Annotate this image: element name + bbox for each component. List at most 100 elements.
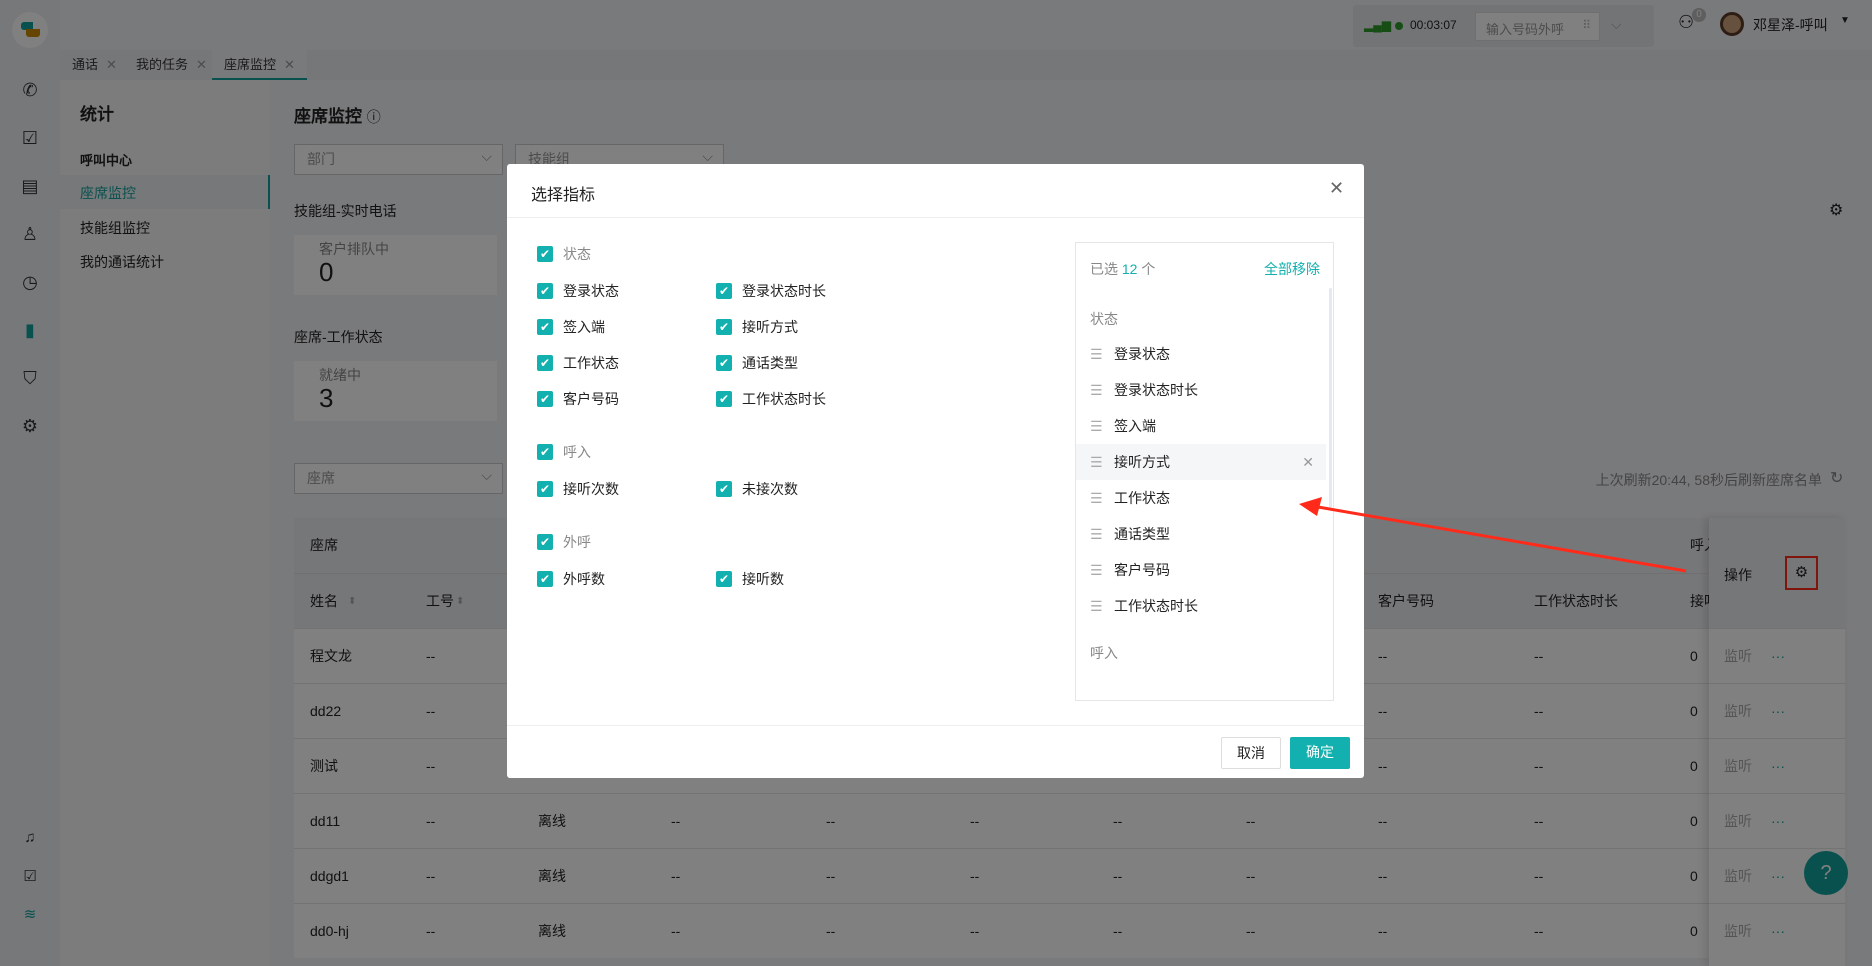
column-header[interactable]: 姓名 xyxy=(310,574,338,629)
group-label: 状态 xyxy=(563,246,591,262)
selected-item[interactable]: ☰ 签入端 xyxy=(1076,408,1326,444)
sidebar-item-agent-monitor[interactable]: 座席监控 xyxy=(60,175,270,209)
info-icon[interactable]: ⓘ xyxy=(367,109,381,125)
selected-item[interactable]: ☰ 登录状态时长 xyxy=(1076,372,1326,408)
shield-search-icon[interactable]: ⛉ xyxy=(18,366,42,390)
scrollbar[interactable] xyxy=(1329,288,1332,508)
remove-all-button[interactable]: 全部移除 xyxy=(1264,259,1320,279)
selected-item[interactable]: ☰ 通话类型 xyxy=(1076,516,1326,552)
more-icon[interactable]: ··· xyxy=(1771,794,1785,849)
group-checkbox[interactable]: ✔ xyxy=(537,246,553,262)
drag-handle-icon[interactable]: ☰ xyxy=(1090,444,1103,480)
chevron-down-icon[interactable]: ⌵ xyxy=(1611,16,1622,33)
drag-handle-icon[interactable]: ☰ xyxy=(1090,372,1103,408)
table-cell: -- xyxy=(426,703,436,719)
agent-select[interactable]: 座席 xyxy=(294,461,503,494)
more-icon[interactable]: ··· xyxy=(1771,629,1785,684)
metric-checkbox[interactable]: ✔ xyxy=(537,391,553,407)
sidebar-section: 呼叫中心 xyxy=(80,153,133,168)
sort-icon[interactable]: ⬍ xyxy=(348,574,356,629)
section-title: 座席-工作状态 xyxy=(294,329,383,345)
column-header[interactable]: 工号 xyxy=(426,574,454,629)
drag-handle-icon[interactable]: ☰ xyxy=(1090,480,1103,516)
monitor-link[interactable]: 监听 xyxy=(1724,904,1752,959)
sort-icon[interactable]: ⬍ xyxy=(456,574,464,629)
help-button[interactable]: ? xyxy=(1804,851,1848,895)
secondary-sidebar: 统计 呼叫中心 座席监控 技能组监控 我的通话统计 xyxy=(60,80,270,966)
document-icon[interactable]: ▤ xyxy=(18,174,42,198)
table-cell: -- xyxy=(826,813,836,829)
metric-checkbox[interactable]: ✔ xyxy=(537,571,553,587)
table-cell: 0 xyxy=(1690,813,1698,829)
remove-icon[interactable]: ✕ xyxy=(1302,444,1314,480)
group-checkbox[interactable]: ✔ xyxy=(537,444,553,460)
selected-item[interactable]: ☰ 客户号码 xyxy=(1076,552,1326,588)
column-settings-icon[interactable]: ⚙ xyxy=(1785,556,1818,590)
confirm-button[interactable]: 确定 xyxy=(1290,737,1350,769)
metric-checkbox[interactable]: ✔ xyxy=(537,319,553,335)
selected-item[interactable]: ☰ 工作状态时长 xyxy=(1076,588,1326,624)
sidebar-item-skill-monitor[interactable]: 技能组监控 xyxy=(80,218,150,238)
drag-handle-icon[interactable]: ☰ xyxy=(1090,408,1103,444)
drag-handle-icon[interactable]: ☰ xyxy=(1090,552,1103,588)
avatar[interactable] xyxy=(1720,12,1744,36)
task-icon[interactable]: ☑ xyxy=(18,126,42,150)
user-name[interactable]: 邓星泽-呼叫 xyxy=(1753,15,1828,35)
close-icon[interactable]: ✕ xyxy=(284,57,295,72)
clock-icon[interactable]: ◷ xyxy=(18,270,42,294)
metric-checkbox[interactable]: ✔ xyxy=(537,355,553,371)
close-icon[interactable]: ✕ xyxy=(196,57,207,72)
close-icon[interactable]: ✕ xyxy=(1329,178,1344,199)
metric-checkbox[interactable]: ✔ xyxy=(716,571,732,587)
selected-item[interactable]: ☰ 接听方式 ✕ xyxy=(1076,444,1326,480)
metric-checkbox[interactable]: ✔ xyxy=(716,481,732,497)
metric-checkbox[interactable]: ✔ xyxy=(716,283,732,299)
monitor-link[interactable]: 监听 xyxy=(1724,849,1752,904)
more-icon[interactable]: ··· xyxy=(1771,684,1785,739)
monitor-link[interactable]: 监听 xyxy=(1724,684,1752,739)
chart-icon[interactable]: ▮ xyxy=(18,318,42,342)
metric-checkbox[interactable]: ✔ xyxy=(716,355,732,371)
selected-item[interactable]: ☰ 登录状态 xyxy=(1076,336,1326,372)
group-checkbox[interactable]: ✔ xyxy=(537,534,553,550)
metric-checkbox[interactable]: ✔ xyxy=(537,481,553,497)
app-logo[interactable] xyxy=(12,12,48,48)
cancel-button[interactable]: 取消 xyxy=(1221,737,1281,769)
more-icon[interactable]: ··· xyxy=(1771,904,1785,959)
column-header[interactable]: 工作状态时长 xyxy=(1534,574,1618,629)
sidebar-item-my-call-stats[interactable]: 我的通话统计 xyxy=(80,252,164,272)
table-cell: -- xyxy=(1534,703,1544,719)
close-icon[interactable]: ✕ xyxy=(106,57,117,72)
monitor-link[interactable]: 监听 xyxy=(1724,739,1752,794)
table-cell: -- xyxy=(426,868,436,884)
selected-item[interactable]: ☰ 工作状态 xyxy=(1076,480,1326,516)
metric-checkbox[interactable]: ✔ xyxy=(537,283,553,299)
monitor-link[interactable]: 监听 xyxy=(1724,629,1752,684)
department-select[interactable]: 部门 xyxy=(294,142,503,175)
metric-checkbox[interactable]: ✔ xyxy=(716,319,732,335)
column-header[interactable]: 客户号码 xyxy=(1378,574,1434,629)
refresh-icon[interactable]: ↻ xyxy=(1830,468,1843,488)
phone-icon[interactable]: ✆ xyxy=(18,78,42,102)
monitor-link[interactable]: 监听 xyxy=(1724,794,1752,849)
tab-my-tasks[interactable]: 我的任务 ✕ xyxy=(124,50,219,80)
settings-icon[interactable]: ⚙ xyxy=(18,414,42,438)
more-icon[interactable]: ··· xyxy=(1771,739,1785,794)
selected-group-label: 呼入 xyxy=(1090,645,1118,661)
metric-label: 通话类型 xyxy=(742,355,798,371)
drag-handle-icon[interactable]: ☰ xyxy=(1090,336,1103,372)
tab-agent-monitor[interactable]: 座席监控 ✕ xyxy=(212,50,307,80)
caret-down-icon[interactable]: ▼ xyxy=(1840,15,1850,26)
dialpad-icon[interactable]: ⠿ xyxy=(1582,18,1591,32)
tab-calls[interactable]: 通话 ✕ xyxy=(60,50,129,80)
metric-checkbox[interactable]: ✔ xyxy=(716,391,732,407)
file-check-icon[interactable]: ☑ xyxy=(18,865,42,889)
icon-rail: ✆ ☑ ▤ ♙ ◷ ▮ ⛉ ⚙ ♫ ☑ ≋ xyxy=(0,0,60,966)
settings-icon[interactable]: ⚙ xyxy=(1829,200,1843,220)
dial-input[interactable]: 输入号码外呼 ⠿ xyxy=(1475,12,1600,41)
drag-handle-icon[interactable]: ☰ xyxy=(1090,516,1103,552)
more-icon[interactable]: ··· xyxy=(1771,849,1785,904)
contact-icon[interactable]: ♙ xyxy=(18,222,42,246)
drag-handle-icon[interactable]: ☰ xyxy=(1090,588,1103,624)
bell-icon[interactable]: ♫ xyxy=(18,826,42,850)
